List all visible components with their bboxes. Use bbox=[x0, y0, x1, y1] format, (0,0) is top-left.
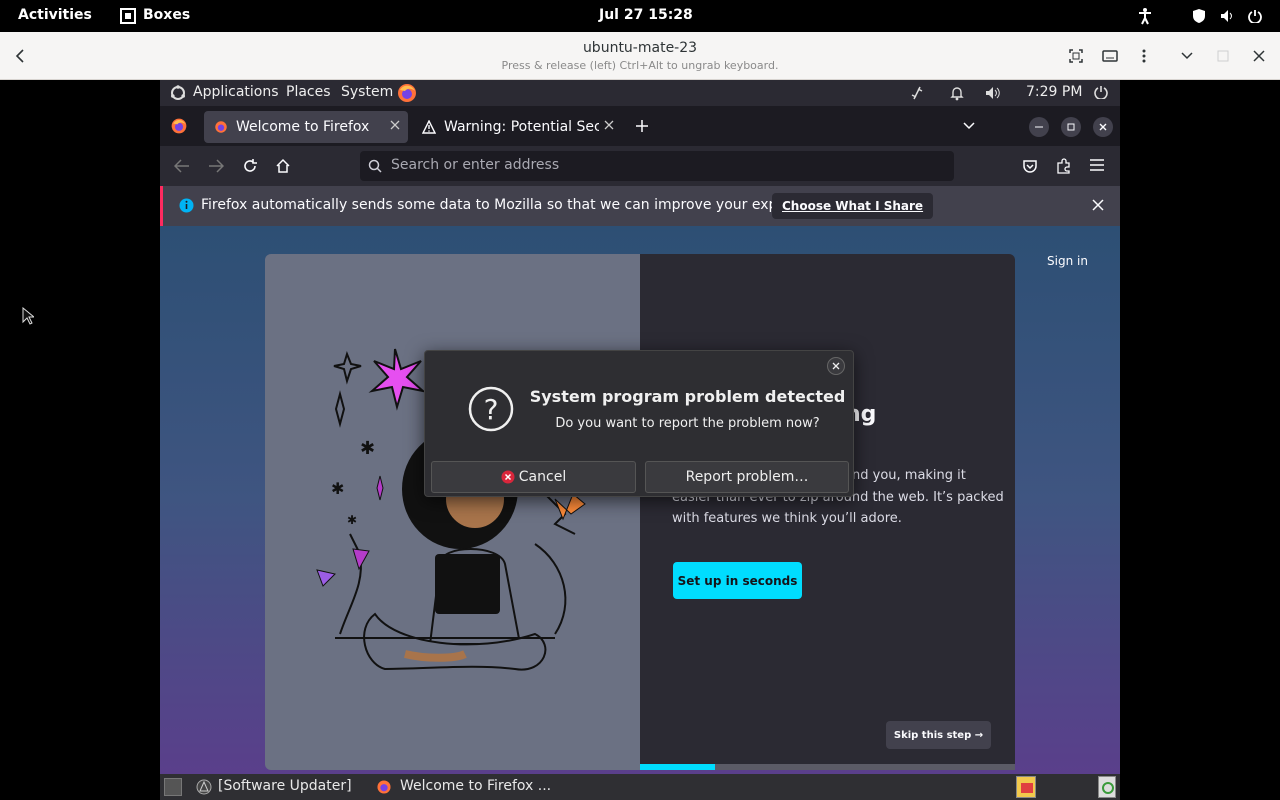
volume-icon[interactable] bbox=[985, 85, 1001, 101]
boxes-headerbar: ubuntu-mate-23 Press & release (left) Ct… bbox=[0, 32, 1280, 80]
power-icon[interactable] bbox=[1248, 9, 1262, 23]
places-menu[interactable]: Places bbox=[286, 84, 331, 100]
system-menu[interactable]: System bbox=[341, 84, 393, 100]
question-icon: ? bbox=[467, 385, 515, 433]
hamburger-menu-icon[interactable] bbox=[1090, 159, 1104, 171]
svg-text:✱: ✱ bbox=[360, 438, 375, 459]
home-icon[interactable] bbox=[275, 158, 291, 174]
panel-clock[interactable]: 7:29 PM bbox=[1026, 84, 1082, 100]
svg-text:✱: ✱ bbox=[347, 513, 357, 527]
firefox-favicon-icon bbox=[376, 779, 392, 795]
warning-icon bbox=[422, 120, 436, 134]
back-arrow-icon[interactable] bbox=[174, 159, 190, 173]
dialog-message: Do you want to report the problem now? bbox=[555, 416, 820, 431]
taskbar-item-firefox[interactable]: Welcome to Firefox ... bbox=[400, 778, 551, 794]
sign-in-link[interactable]: Sign in bbox=[1047, 254, 1088, 268]
cancel-button[interactable]: Cancel bbox=[431, 461, 636, 493]
volume-icon[interactable] bbox=[1220, 9, 1234, 23]
firefox-tab-bar: Welcome to Firefox Warning: Potential Se… bbox=[160, 106, 1120, 146]
telemetry-notification-bar: Firefox automatically sends some data to… bbox=[160, 186, 1120, 226]
problem-report-dialog: ? System program problem detected Do you… bbox=[424, 350, 854, 497]
clock[interactable]: Jul 27 15:28 bbox=[599, 7, 693, 23]
ubuntu-logo-icon[interactable] bbox=[170, 85, 186, 101]
tab-label: Welcome to Firefox bbox=[236, 119, 370, 135]
url-placeholder: Search or enter address bbox=[391, 157, 560, 173]
welcome-page: Sign in ✱ ✱ ✱ ng nd you, making it easie… bbox=[160, 226, 1120, 774]
tab-welcome-to-firefox[interactable]: Welcome to Firefox bbox=[204, 111, 408, 143]
keyboard-icon[interactable] bbox=[1100, 46, 1120, 66]
bell-icon[interactable] bbox=[950, 85, 964, 101]
gnome-top-bar: Activities Boxes Jul 27 15:28 bbox=[0, 0, 1280, 32]
maximize-icon[interactable] bbox=[1213, 46, 1233, 66]
welcome-body-line-3: with features we think you’ll adore. bbox=[672, 511, 902, 526]
svg-text:✱: ✱ bbox=[331, 479, 344, 498]
pocket-icon[interactable] bbox=[1022, 158, 1038, 174]
update-notifier-icon[interactable] bbox=[1016, 776, 1036, 798]
url-bar[interactable]: Search or enter address bbox=[360, 151, 954, 181]
firefox-view-icon[interactable] bbox=[170, 117, 188, 135]
cancel-icon bbox=[501, 470, 515, 484]
tab-close-icon[interactable] bbox=[390, 120, 400, 130]
mouse-pointer-icon bbox=[22, 307, 34, 325]
forward-arrow-icon[interactable] bbox=[208, 159, 224, 173]
skip-step-button[interactable]: Skip this step → bbox=[886, 721, 991, 749]
report-problem-label: Report problem… bbox=[685, 469, 809, 485]
report-problem-button[interactable]: Report problem… bbox=[645, 461, 849, 493]
onboarding-progress-track bbox=[640, 764, 1015, 770]
activities-button[interactable]: Activities bbox=[18, 7, 92, 23]
fullscreen-icon[interactable] bbox=[1066, 46, 1086, 66]
tab-warning-security[interactable]: Warning: Potential Securi bbox=[412, 111, 620, 143]
vm-display[interactable]: Applications Places System 7:29 PM Welco… bbox=[160, 80, 1120, 800]
software-updater-icon bbox=[196, 779, 212, 795]
firefox-launcher-icon[interactable] bbox=[396, 82, 418, 104]
svg-text:?: ? bbox=[484, 393, 499, 426]
mate-top-panel: Applications Places System 7:29 PM bbox=[160, 80, 1120, 106]
welcome-body-line-1: nd you, making it bbox=[852, 468, 966, 483]
app-menu-label[interactable]: Boxes bbox=[143, 7, 190, 23]
boxes-app-icon[interactable] bbox=[120, 8, 136, 24]
vm-title: ubuntu-mate-23 bbox=[582, 40, 698, 56]
dialog-close-icon[interactable] bbox=[827, 357, 845, 375]
window-minimize-icon[interactable] bbox=[1029, 117, 1049, 137]
info-icon bbox=[179, 198, 194, 213]
new-tab-plus-icon[interactable] bbox=[636, 120, 648, 132]
accessibility-icon[interactable] bbox=[1137, 7, 1153, 25]
show-desktop-icon[interactable] bbox=[164, 778, 182, 796]
trash-icon[interactable] bbox=[1098, 776, 1116, 798]
minimize-chevron-icon[interactable] bbox=[1177, 46, 1197, 66]
network-icon[interactable] bbox=[910, 85, 924, 101]
close-icon[interactable] bbox=[1249, 46, 1269, 66]
onboarding-progress-fill bbox=[640, 764, 715, 770]
power-icon[interactable] bbox=[1094, 85, 1108, 99]
taskbar-item-software-updater[interactable]: [Software Updater] bbox=[218, 778, 352, 794]
tab-close-icon[interactable] bbox=[604, 120, 614, 130]
set-up-button[interactable]: Set up in seconds bbox=[673, 562, 802, 599]
choose-what-i-share-button[interactable]: Choose What I Share bbox=[772, 193, 934, 219]
window-restore-icon[interactable] bbox=[1061, 117, 1081, 137]
firefox-favicon-icon bbox=[214, 120, 228, 134]
extensions-puzzle-icon[interactable] bbox=[1056, 158, 1072, 174]
firefox-nav-bar: Search or enter address bbox=[160, 146, 1120, 186]
notification-text: Firefox automatically sends some data to… bbox=[201, 197, 834, 213]
dialog-title: System program problem detected bbox=[529, 387, 846, 406]
window-close-icon[interactable] bbox=[1093, 117, 1113, 137]
kebab-menu-icon[interactable] bbox=[1134, 46, 1154, 66]
welcome-text-panel: ng nd you, making it easier than ever to… bbox=[640, 254, 1015, 770]
applications-menu[interactable]: Applications bbox=[193, 84, 279, 100]
search-icon bbox=[368, 159, 382, 173]
list-tabs-chevron-icon[interactable] bbox=[963, 122, 975, 130]
cancel-label: Cancel bbox=[518, 469, 567, 485]
shield-icon[interactable] bbox=[1192, 9, 1206, 23]
woman-with-laptop-illustration: ✱ ✱ ✱ bbox=[316, 348, 586, 671]
vm-subtitle: Press & release (left) Ctrl+Alt to ungra… bbox=[501, 59, 779, 72]
tab-label: Warning: Potential Securi bbox=[444, 119, 599, 135]
reload-icon[interactable] bbox=[242, 158, 258, 174]
close-icon[interactable] bbox=[1092, 199, 1104, 211]
illustration-panel: ✱ ✱ ✱ bbox=[265, 254, 640, 770]
mate-taskbar: [Software Updater] Welcome to Firefox ..… bbox=[160, 774, 1120, 800]
